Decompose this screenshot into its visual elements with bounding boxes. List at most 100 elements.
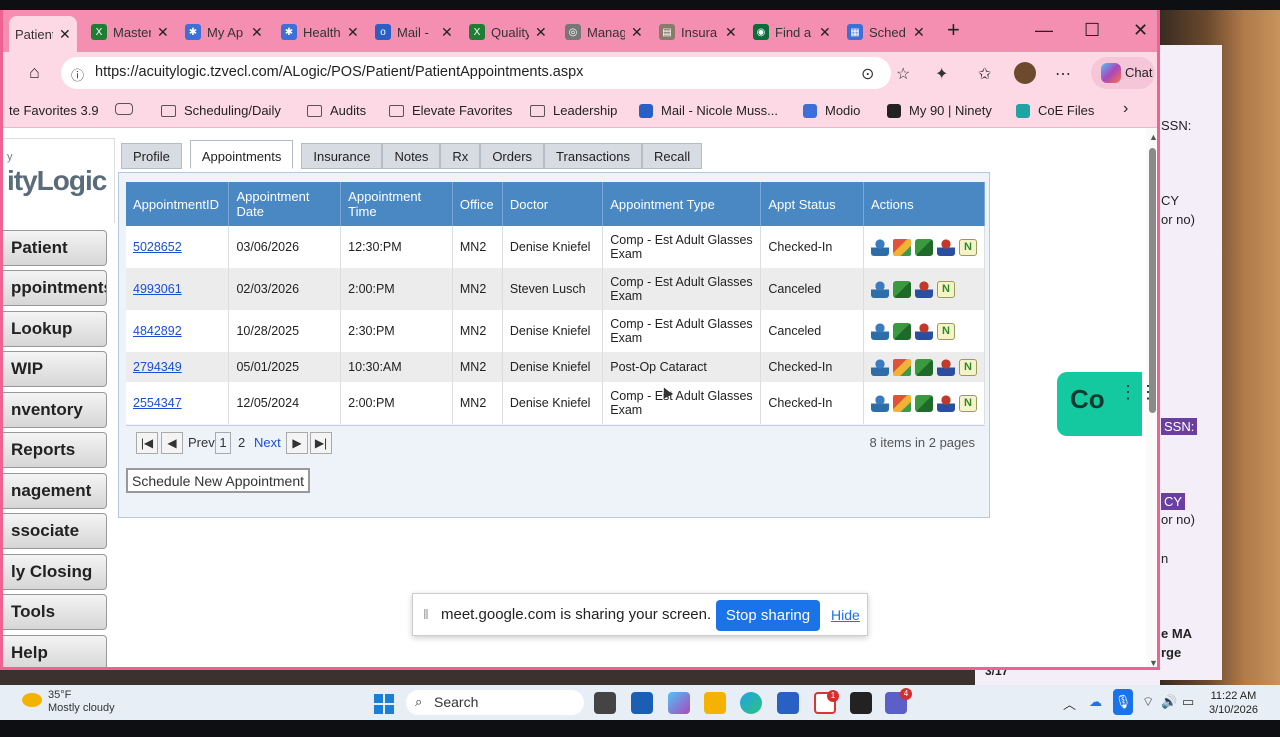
- tab-transactions[interactable]: Transactions: [544, 143, 642, 169]
- col-office[interactable]: Office: [452, 182, 503, 226]
- prev-page-icon[interactable]: ◀: [161, 432, 183, 454]
- first-page-icon[interactable]: |◀: [136, 432, 158, 454]
- reschedule-icon[interactable]: [893, 238, 911, 256]
- col-doctor[interactable]: Doctor: [502, 182, 604, 226]
- favorite-folder[interactable]: Audits: [307, 103, 366, 118]
- new-tab-icon[interactable]: +: [947, 17, 960, 43]
- favorite-item[interactable]: te Favorites 3.9: [9, 103, 99, 118]
- side-menu-inventory[interactable]: nventory: [3, 392, 107, 428]
- teams-icon[interactable]: 4: [885, 688, 912, 714]
- appointment-id-link[interactable]: 4993061: [133, 282, 182, 296]
- clock[interactable]: 11:22 AM 3/10/2026: [1209, 689, 1258, 717]
- close-icon[interactable]: ✕: [631, 24, 643, 41]
- microphone-icon[interactable]: 🎙: [1113, 689, 1133, 715]
- table-row[interactable]: 4842892 10/28/2025 2:30:PM MN2 Denise Kniefe…: [126, 310, 985, 352]
- favorite-item[interactable]: Mail - Nicole Muss...: [639, 103, 778, 118]
- close-icon[interactable]: ✕: [535, 24, 547, 41]
- favorite-item[interactable]: CoE Files: [1016, 103, 1094, 118]
- profile-avatar[interactable]: [1014, 62, 1036, 84]
- browser-tab[interactable]: o Mail - ✕: [369, 17, 459, 47]
- close-icon[interactable]: ✕: [913, 24, 925, 41]
- side-menu-help[interactable]: Help: [3, 635, 107, 667]
- checkin-icon[interactable]: [893, 322, 911, 340]
- co-widget[interactable]: Co ⋮⋮: [1057, 372, 1157, 436]
- side-menu-daily-closing[interactable]: ly Closing: [3, 554, 107, 590]
- side-menu-management[interactable]: nagement: [3, 473, 107, 509]
- note-icon[interactable]: N: [959, 358, 977, 376]
- favorite-folder[interactable]: Elevate Favorites: [389, 103, 512, 118]
- appointment-id-link[interactable]: 2554347: [133, 396, 182, 410]
- grip-icon[interactable]: ⋮⋮: [1119, 383, 1159, 401]
- battery-icon[interactable]: ▭: [1182, 694, 1194, 710]
- browser-tab[interactable]: ✱ Health ✕: [275, 17, 365, 47]
- col-appointment-id[interactable]: AppointmentID: [126, 182, 230, 226]
- col-appointment-type[interactable]: Appointment Type: [602, 182, 762, 226]
- tab-insurance[interactable]: Insurance: [301, 143, 383, 169]
- checkin-icon[interactable]: [915, 394, 933, 412]
- store-icon[interactable]: [631, 692, 653, 714]
- patient-icon[interactable]: [871, 394, 889, 412]
- tab-notes[interactable]: Notes: [382, 143, 441, 169]
- wifi-icon[interactable]: ⌔: [1142, 694, 1154, 710]
- close-icon[interactable]: ✕: [59, 26, 71, 43]
- note-icon[interactable]: N: [937, 322, 955, 340]
- site-info-icon[interactable]: ⓘ: [71, 65, 84, 84]
- side-menu-appointments[interactable]: ppointments: [3, 270, 107, 306]
- tab-profile[interactable]: Profile: [121, 143, 182, 169]
- side-menu-associate[interactable]: ssociate: [3, 513, 107, 549]
- close-icon[interactable]: ✕: [347, 24, 359, 41]
- checkin-icon[interactable]: [915, 238, 933, 256]
- patient-icon[interactable]: [871, 238, 889, 256]
- tab-rx[interactable]: Rx: [440, 143, 481, 169]
- side-menu-lookup[interactable]: Lookup: [3, 311, 107, 347]
- outlook-app-icon[interactable]: [777, 692, 799, 714]
- favorite-folder[interactable]: Leadership: [530, 103, 617, 118]
- browser-tab[interactable]: ▦ Sched ✕: [841, 17, 931, 47]
- next-link[interactable]: Next: [254, 435, 281, 450]
- close-icon[interactable]: ✕: [251, 24, 263, 41]
- checkin-icon[interactable]: [915, 358, 933, 376]
- browser-tab[interactable]: ◎ Manag ✕: [559, 17, 649, 47]
- browser-tab[interactable]: ▤ Insura ✕: [653, 17, 743, 47]
- task-view-icon[interactable]: [594, 692, 616, 714]
- stop-sharing-button[interactable]: Stop sharing: [716, 600, 820, 631]
- side-menu-tools[interactable]: Tools: [3, 594, 107, 630]
- checkin-icon[interactable]: [893, 280, 911, 298]
- prev-link[interactable]: Prev: [188, 435, 215, 450]
- next-page-icon[interactable]: ▶: [286, 432, 308, 454]
- windows-start-icon[interactable]: [374, 694, 394, 714]
- tab-orders[interactable]: Orders: [480, 143, 545, 169]
- col-appt-status[interactable]: Appt Status: [760, 182, 864, 226]
- table-row[interactable]: 2794349 05/01/2025 10:30:AM MN2 Denise Knief…: [126, 352, 985, 382]
- chrome-icon[interactable]: 1: [814, 690, 839, 714]
- extensions-icon[interactable]: ✦: [935, 64, 948, 84]
- url-input[interactable]: ⓘ https://acuitylogic.tzvecl.com/ALogic/…: [61, 57, 891, 89]
- taskbar-search[interactable]: ⌕ Search: [406, 690, 584, 715]
- scroll-up-icon[interactable]: ▲: [1149, 132, 1157, 142]
- file-explorer-icon[interactable]: [704, 692, 726, 714]
- note-icon[interactable]: N: [937, 280, 955, 298]
- last-page-icon[interactable]: ▶|: [310, 432, 332, 454]
- appointment-id-link[interactable]: 5028652: [133, 240, 182, 254]
- patient-icon[interactable]: [871, 322, 889, 340]
- page-2[interactable]: 2: [238, 435, 245, 450]
- close-icon[interactable]: ✕: [819, 24, 831, 41]
- minimize-icon[interactable]: —: [1035, 20, 1053, 41]
- patient-icon[interactable]: [871, 280, 889, 298]
- copilot-chat-button[interactable]: Chat: [1091, 57, 1155, 89]
- favorite-item[interactable]: My 90 | Ninety: [887, 103, 992, 118]
- page-1[interactable]: 1: [215, 432, 231, 454]
- sticky-notes-icon[interactable]: [850, 692, 872, 714]
- side-menu-wip[interactable]: WIP: [3, 351, 107, 387]
- edge-icon[interactable]: [740, 692, 762, 714]
- close-icon[interactable]: ✕: [157, 24, 169, 41]
- favorites-icon[interactable]: ✩: [978, 64, 991, 84]
- table-row[interactable]: 4993061 02/03/2026 2:00:PM MN2 Steven Lusch C…: [126, 268, 985, 310]
- browser-tab-patient[interactable]: Patient ✕: [9, 16, 77, 52]
- cancel-icon[interactable]: [915, 322, 933, 340]
- maximize-icon[interactable]: ☐: [1084, 20, 1100, 41]
- favorite-folder[interactable]: Scheduling/Daily: [161, 103, 281, 118]
- appointment-id-link[interactable]: 4842892: [133, 324, 182, 338]
- col-appointment-time[interactable]: Appointment Time: [340, 182, 453, 226]
- appointment-id-link[interactable]: 2794349: [133, 360, 182, 374]
